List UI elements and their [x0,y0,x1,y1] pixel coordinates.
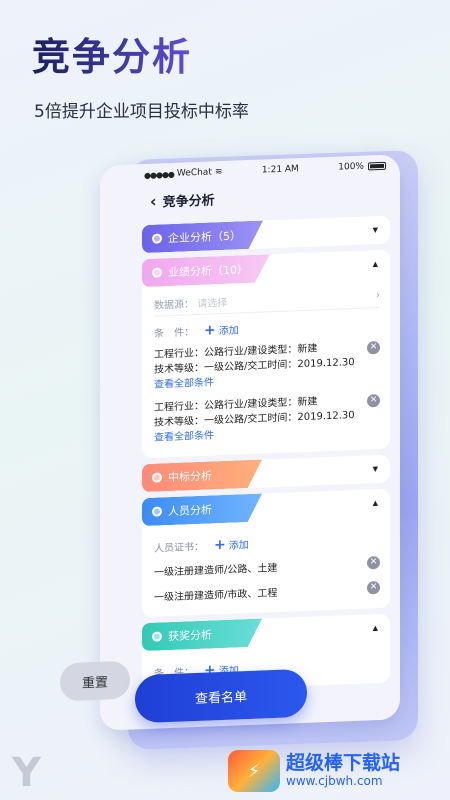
clear-icon[interactable]: ✕ [367,341,380,355]
clear-icon[interactable]: ✕ [367,394,380,408]
back-arrow-icon[interactable]: ‹ [150,191,157,210]
plus-icon: + [204,321,216,339]
reset-button[interactable]: 重置 [60,660,130,702]
cert-label: 人员证书： [154,541,204,555]
section-personnel-tab[interactable]: 人员分析 [142,494,262,527]
section-label: 业绩分析（10） [168,263,248,280]
hero-subtitle: 5倍提升企业项目投标中标率 [34,102,249,122]
page-title: 竞争分析 [162,193,215,211]
radio-icon [152,472,162,482]
section-label: 企业分析（5） [168,229,241,246]
radio-icon [152,506,162,516]
carrier-label: WeChat [176,167,212,179]
caret-down-icon[interactable]: ▼ [373,226,390,234]
caret-down-icon[interactable]: ▼ [373,465,390,473]
watermark-url: www.cjbwh.com [286,773,383,788]
section-bid-tab[interactable]: 中标分析 [142,460,262,493]
condition-item: 工程行业：公路行业/建设类型：新建 技术等级：一级公路/交工时间：2019.12… [154,388,380,450]
battery-icon [367,161,386,171]
section-performance-tab[interactable]: 业绩分析（10） [142,254,270,287]
datasource-label: 数据源： [154,299,194,312]
section-enterprise-tab[interactable]: 企业分析（5） [142,221,263,254]
section-performance: 业绩分析（10） ▲ 数据源： 请选择 › 条 件： + 添加 工程行业：公路行… [142,249,390,459]
battery-percent: 100% [338,161,364,173]
radio-icon [152,631,162,641]
condition-item: 工程行业：公路行业/建设类型：新建 技术等级：一级公路/交工时间：2019.12… [154,335,380,397]
phone-screen: ●●●●● WeChat ≋ 1:21 AM 100% ‹ 竞争分析 企业分析（… [100,154,400,731]
plus-icon: + [214,536,226,553]
background-logo: Y [12,750,41,796]
datasource-placeholder: 请选择 [197,297,228,311]
condition-label: 条 件： [154,327,194,340]
caret-up-icon[interactable]: ▲ [373,624,390,632]
add-cert-button[interactable]: + 添加 [214,536,249,552]
status-time: 1:21 AM [261,164,299,176]
caret-up-icon[interactable]: ▲ [373,260,390,268]
add-condition-button[interactable]: + 添加 [204,321,239,339]
watermark-logo-icon: ⚡ [228,750,280,792]
signal-icon: ●●●●● [144,169,174,180]
section-label: 获奖分析 [168,628,212,644]
section-label: 中标分析 [168,469,212,485]
section-awards-tab[interactable]: 获奖分析 [142,619,262,652]
radio-icon [152,233,162,243]
wifi-icon: ≋ [214,167,223,178]
section-enterprise[interactable]: 企业分析（5） ▼ [142,215,390,254]
watermark-text: 超级棒下载站 [286,752,401,775]
radio-icon [152,267,162,277]
chevron-right-icon: › [376,290,380,302]
clear-icon[interactable]: ✕ [367,581,380,595]
view-list-button[interactable]: 查看名单 [135,668,307,724]
section-bid[interactable]: 中标分析 ▼ [142,454,390,493]
hero-title: 竞争分析 [32,26,192,81]
clear-icon[interactable]: ✕ [367,556,380,570]
caret-up-icon[interactable]: ▲ [373,499,390,507]
section-label: 人员分析 [168,503,212,519]
watermark: ⚡ 超级棒下载站 www.cjbwh.com [228,750,400,792]
datasource-select[interactable]: 数据源： 请选择 › [154,284,380,317]
section-personnel: 人员分析 ▲ 人员证书： + 添加 一级注册建造师/公路、土建 ✕ 一级注册建造… [142,488,390,618]
